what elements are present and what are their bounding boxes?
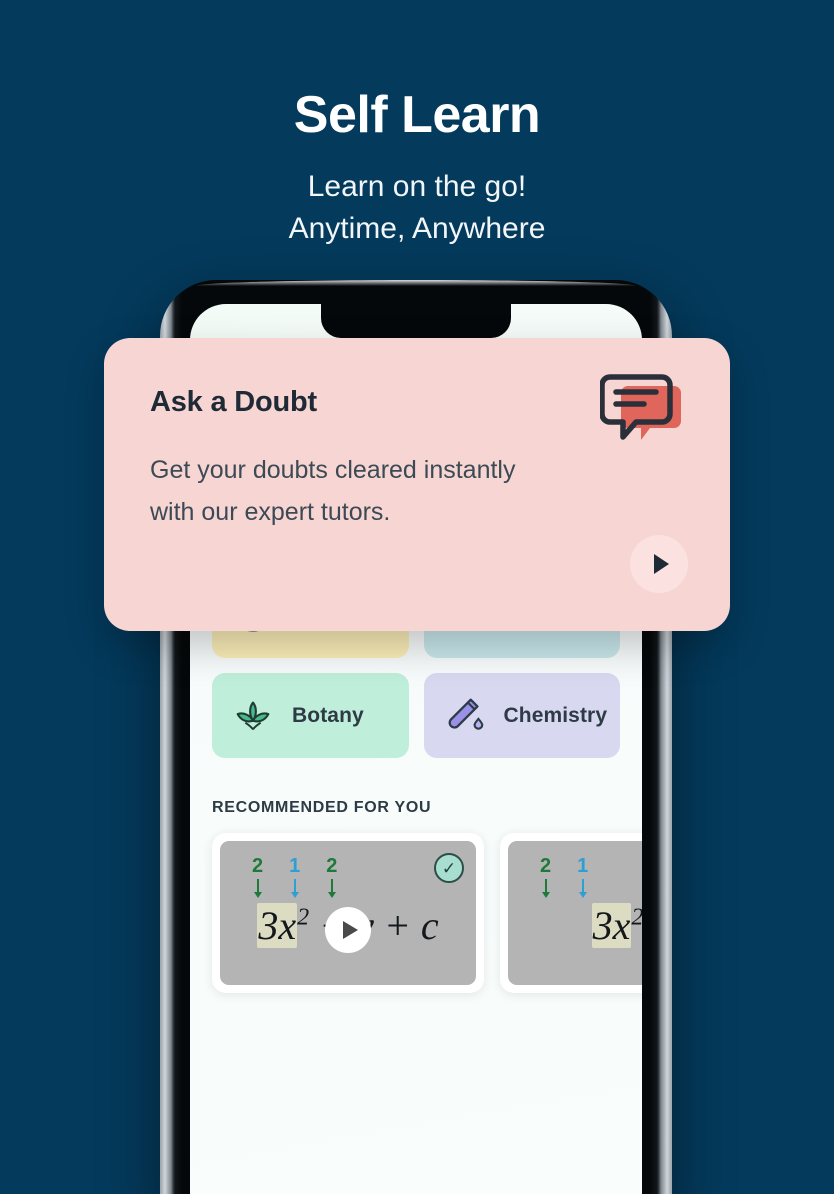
recommended-row: 2 1 2 3x2 − y + c <box>212 833 642 993</box>
annotation-2: 1 <box>577 855 588 894</box>
test-tube-icon <box>448 698 483 730</box>
play-button[interactable] <box>325 907 371 954</box>
subject-card-chemistry[interactable]: Chemistry <box>423 673 620 758</box>
recommended-heading: RECOMMENDED FOR YOU <box>212 799 432 816</box>
video-thumbnail: 2 1 3x2 − <box>508 841 642 985</box>
equation-text: 3x2 − <box>591 902 642 948</box>
hero-header: Self Learn Learn on the go! Anytime, Any… <box>0 0 834 249</box>
phone-frame-highlight <box>196 280 636 286</box>
annotation-1: 2 <box>540 855 551 894</box>
ask-a-doubt-card[interactable]: Ask a Doubt Get your doubts cleared inst… <box>104 338 730 631</box>
play-triangle-icon <box>343 921 358 940</box>
page-title: Self Learn <box>293 86 541 144</box>
leaf-plant-icon <box>236 701 270 730</box>
play-arrow-icon <box>653 554 669 574</box>
subject-label: Botany <box>292 703 364 727</box>
recommended-card[interactable]: 2 1 3x2 − <box>500 833 642 993</box>
annotation-2: 1 <box>289 855 300 894</box>
video-thumbnail: 2 1 2 3x2 − y + c <box>220 841 476 985</box>
subtitle-line-2: Anytime, Anywhere <box>288 211 546 245</box>
subtitle-line-1: Learn on the go! <box>307 170 527 204</box>
equation-annotations: 2 1 <box>508 855 642 894</box>
ask-a-doubt-description: Get your doubts cleared instantly with o… <box>150 456 516 526</box>
chat-bubble-icon <box>600 374 681 440</box>
next-slide-button[interactable] <box>630 535 688 593</box>
annotation-1: 2 <box>252 855 263 894</box>
recommended-card[interactable]: 2 1 2 3x2 − y + c <box>212 833 484 993</box>
completed-check-icon: ✓ <box>434 853 464 883</box>
subject-label: Chemistry <box>503 703 608 727</box>
page-subtitle: Learn on the go! Anytime, Anywhere <box>0 166 834 249</box>
subject-card-botany[interactable]: Botany <box>212 673 409 758</box>
annotation-3: 2 <box>326 855 337 894</box>
phone-notch <box>321 304 511 338</box>
